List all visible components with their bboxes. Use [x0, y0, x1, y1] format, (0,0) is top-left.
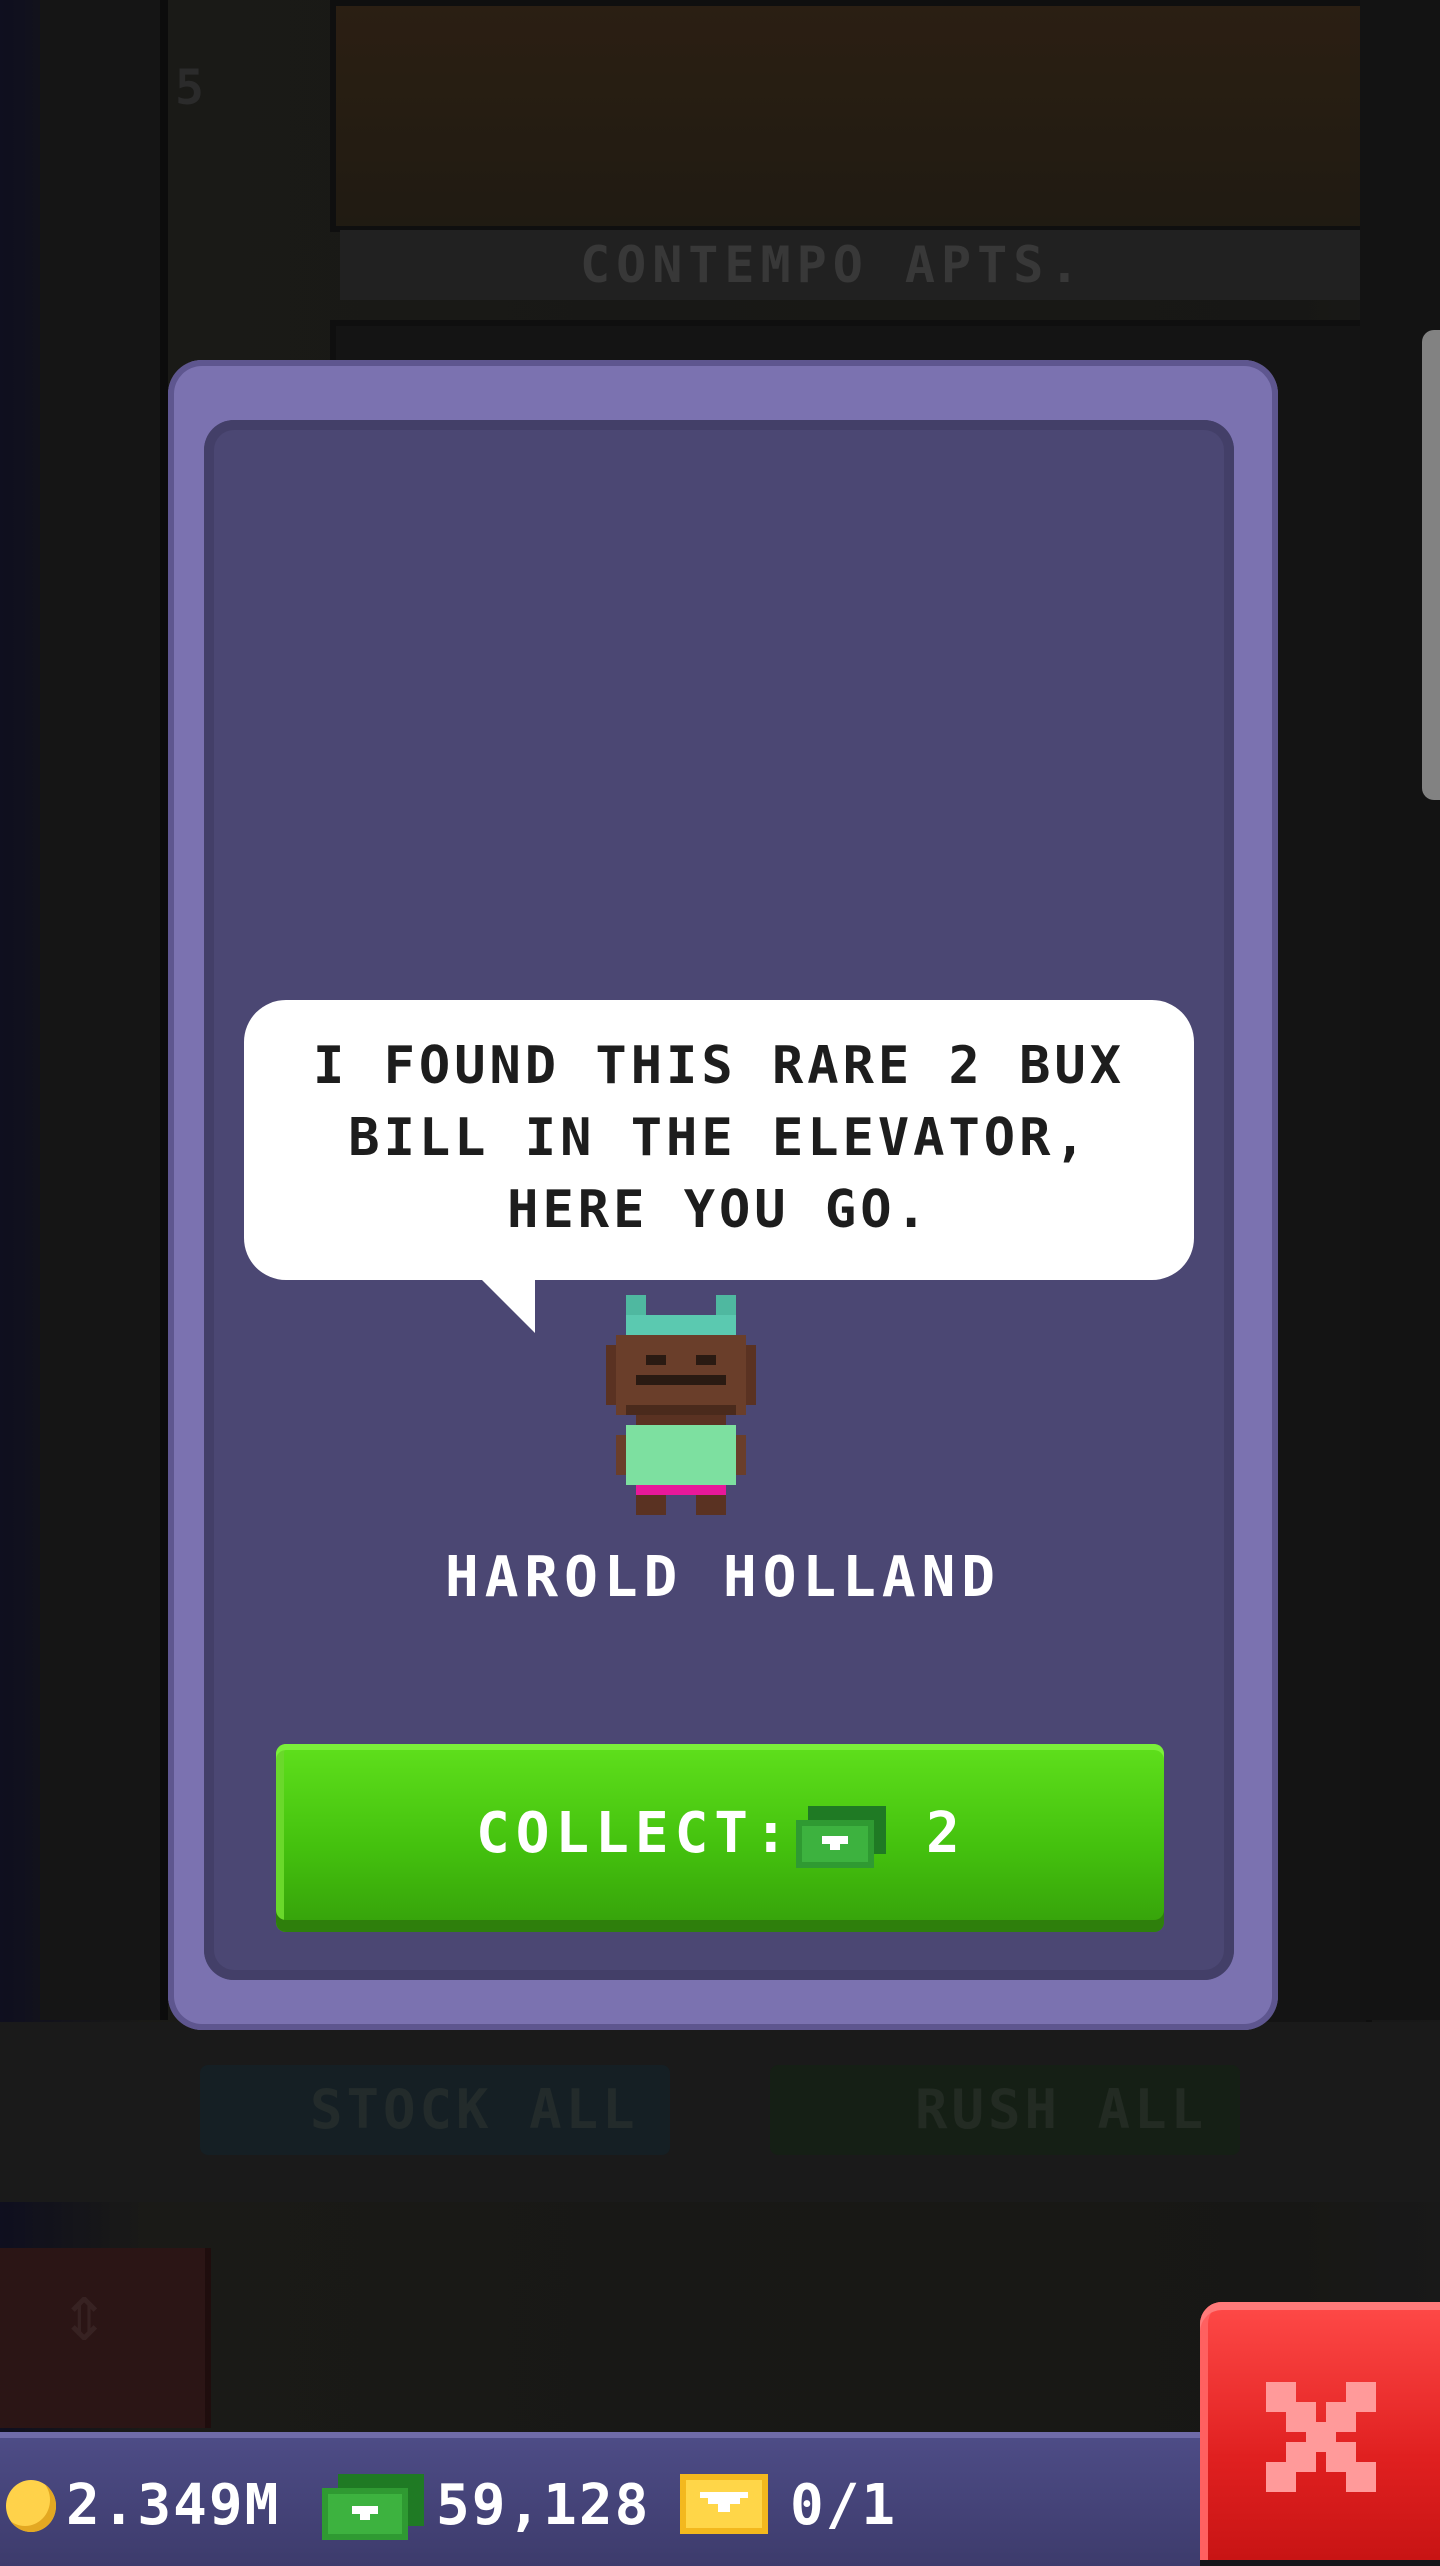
- bux-bill-icon: [796, 1806, 886, 1868]
- coins-value: 2.349M: [66, 2473, 281, 2538]
- bux-bill-icon: [322, 2474, 424, 2540]
- bux-value: 59,128: [436, 2473, 651, 2538]
- character-name: HAROLD HOLLAND: [444, 1545, 1001, 1610]
- collect-label: COLLECT:: [476, 1801, 794, 1866]
- visitor-modal: I FOUND THIS RARE 2 BUX BILL IN THE ELEV…: [168, 360, 1278, 2030]
- speech-text: I FOUND THIS RARE 2 BUX BILL IN THE ELEV…: [312, 1036, 1126, 1240]
- collect-amount: 2: [926, 1801, 960, 1866]
- collect-button[interactable]: COLLECT: 2: [276, 1744, 1164, 1932]
- close-button[interactable]: [1200, 2302, 1440, 2560]
- speech-bubble-tail: [480, 1278, 535, 1333]
- speech-bubble: I FOUND THIS RARE 2 BUX BILL IN THE ELEV…: [244, 1000, 1194, 1280]
- tickets-value: 0/1: [790, 2473, 898, 2538]
- character-sprite: [606, 1295, 756, 1515]
- close-icon: [1266, 2382, 1376, 2492]
- golden-ticket-icon: [680, 2474, 768, 2534]
- coin-icon: [6, 2480, 56, 2532]
